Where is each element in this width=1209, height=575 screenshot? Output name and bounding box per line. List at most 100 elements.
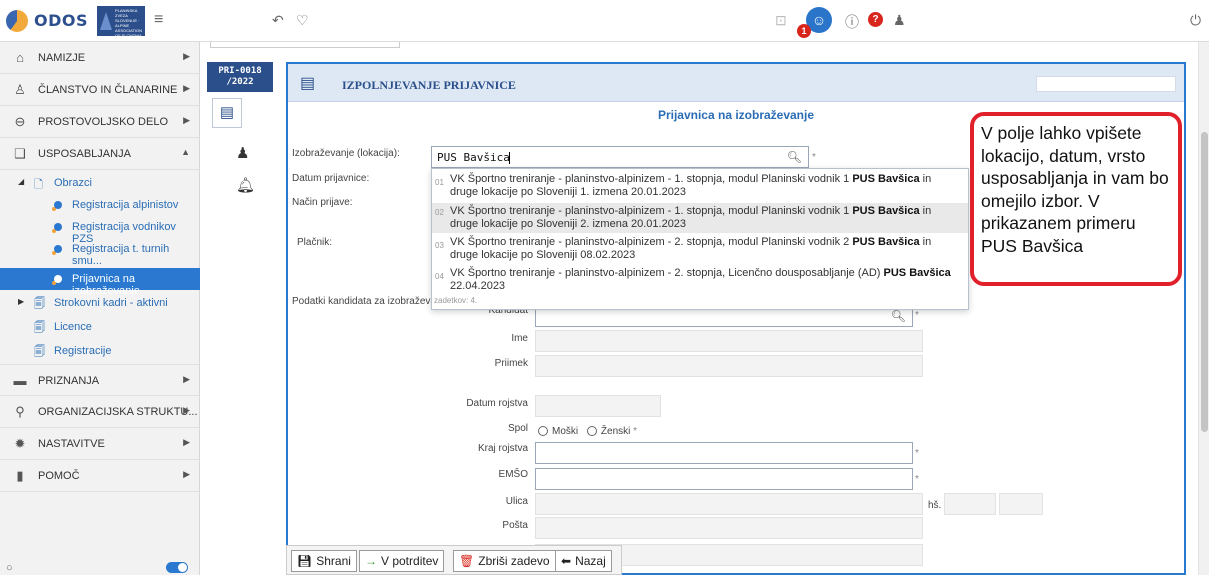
chevron-right-icon: ▶ bbox=[183, 405, 190, 415]
posta-label: Pošta bbox=[502, 520, 528, 531]
page-scrollbar[interactable] bbox=[1198, 42, 1209, 575]
form-dot-icon bbox=[54, 244, 62, 256]
text-caret bbox=[509, 152, 510, 164]
form-dot-icon bbox=[54, 222, 62, 234]
kraj-rojstva-label: Kraj rojstva bbox=[477, 443, 528, 454]
user-icon[interactable]: ♟ bbox=[893, 12, 906, 29]
dropdown-count: zadetkov: 4. bbox=[434, 296, 478, 305]
spol-options: Moški Ženski * bbox=[538, 426, 637, 437]
search-icon[interactable]: 🔍︎ bbox=[891, 309, 906, 323]
menu-icon[interactable]: ≡ bbox=[154, 11, 163, 29]
chevron-right-icon: ▶ bbox=[183, 83, 190, 93]
document-number[interactable]: PRI-0018 /2022 bbox=[207, 62, 273, 92]
history-icon[interactable]: ↶ bbox=[272, 12, 284, 29]
notification-badge: 1 bbox=[797, 24, 811, 38]
delete-button[interactable]: 🗑︎ Zbriši zadevo bbox=[453, 550, 556, 572]
power-icon[interactable]: ⏻ bbox=[1190, 12, 1201, 29]
panel-title: IZPOLNJEVANJE PRIJAVNICE bbox=[342, 78, 516, 92]
globe-icon: ⊖ bbox=[14, 114, 26, 129]
placnik-label: Plačnik: bbox=[297, 237, 333, 248]
sidebar-item-clanstvo[interactable]: ♙ ČLANSTVO IN ČLANARINE ▶ bbox=[0, 74, 200, 106]
hisna-stevilka-field[interactable] bbox=[944, 493, 996, 515]
sidebar-item-prostovoljsko[interactable]: ⊖ PROSTOVOLJSKO DELO ▶ bbox=[0, 106, 200, 138]
sidebar-item-organizacija[interactable]: ⚲ ORGANIZACIJSKA STRUKTU... ▶ bbox=[0, 396, 200, 428]
izobrazevanje-combobox[interactable]: PUS Bavšica 🔍︎ bbox=[431, 146, 809, 168]
sidebar-sub-obrazci[interactable]: ◢ 🗋 Obrazci bbox=[0, 172, 200, 194]
bottom-toolbar: 💾︎ Shrani → V potrditev 🗑︎ Zbriši zadevo ⬅ N… bbox=[286, 545, 622, 575]
form-dot-icon bbox=[54, 200, 62, 212]
file-plus-icon: 🗋 bbox=[34, 179, 43, 191]
posta-field[interactable] bbox=[535, 517, 923, 539]
chevron-right-icon: ▶ bbox=[183, 437, 190, 447]
trash-icon: 🗑︎ bbox=[459, 554, 475, 568]
chevron-right-icon: ▶ bbox=[183, 115, 190, 125]
sidebar-form-turni-smucarji[interactable]: Registracija t. turnih smu... bbox=[0, 238, 200, 267]
izobrazevanje-label: Izobraževanje (lokacija): bbox=[292, 148, 400, 159]
top-bar: ODOS PLANINSKA ZVEZA SLOVENIJE · ALPINE … bbox=[0, 0, 1209, 42]
person-search-icon[interactable]: ♟ bbox=[236, 144, 249, 162]
book-icon: ❑ bbox=[14, 146, 26, 161]
nacin-prijave-label: Način prijave: bbox=[292, 197, 353, 208]
sidebar-item-pomoc[interactable]: ▮ POMOČ ▶ bbox=[0, 460, 200, 492]
hisna-stevilka-dodatek-field[interactable] bbox=[999, 493, 1043, 515]
chevron-right-icon: ▶ bbox=[183, 51, 190, 61]
header-field[interactable] bbox=[1036, 76, 1176, 92]
arrow-right-icon: → bbox=[365, 554, 377, 568]
ime-field[interactable] bbox=[535, 330, 923, 352]
search-icon[interactable]: ○ bbox=[6, 562, 13, 574]
image-icon[interactable]: ⊡ bbox=[775, 12, 787, 29]
chevron-up-icon: ▲ bbox=[181, 147, 190, 157]
back-button[interactable]: ⬅ Nazaj bbox=[555, 550, 612, 572]
save-button[interactable]: 💾︎ Shrani bbox=[291, 550, 357, 572]
radio-moski[interactable] bbox=[538, 426, 548, 437]
dropdown-option[interactable]: 01 VK Športno treniranje - planinstvo-al… bbox=[432, 173, 968, 201]
pzs-logo: PLANINSKA ZVEZA SLOVENIJE · ALPINE ASSOC… bbox=[97, 6, 145, 36]
app-logo[interactable]: ODOS bbox=[34, 11, 88, 30]
panel-header: ▤ IZPOLNJEVANJE PRIJAVNICE bbox=[288, 64, 1184, 102]
tab-strip bbox=[210, 42, 400, 48]
dropdown-option-highlighted[interactable]: 02 VK Športno treniranje - planinstvo-al… bbox=[432, 203, 968, 233]
gear-icon: ✹ bbox=[14, 436, 26, 451]
sidebar-sub-strokovni[interactable]: ▶ 🗐 Strokovni kadri - aktivni bbox=[0, 292, 200, 314]
sidebar-item-usposabljanja[interactable]: ❑ USPOSABLJANJA ▲ bbox=[0, 138, 200, 170]
form-doc-icon[interactable]: ▤ bbox=[212, 98, 242, 128]
help-icon[interactable]: ? bbox=[868, 12, 883, 27]
home-icon: ⌂ bbox=[16, 50, 24, 65]
form-dot-icon bbox=[54, 274, 62, 286]
sidebar-sub-licence[interactable]: 🗐 Licence bbox=[0, 316, 200, 338]
caret-right-icon: ▶ bbox=[18, 297, 25, 306]
radio-zenski[interactable] bbox=[586, 426, 597, 437]
sidebar-form-prijavnica[interactable]: Prijavnica na izobraževanje bbox=[0, 268, 200, 297]
form-icon: ▤ bbox=[300, 75, 316, 92]
kraj-rojstva-field[interactable] bbox=[535, 442, 913, 464]
folder-icon: ▬ bbox=[13, 373, 27, 388]
confirm-button[interactable]: → V potrditev bbox=[359, 550, 445, 572]
dropdown-option[interactable]: 03 VK Športno treniranje - planinstvo-al… bbox=[432, 236, 968, 264]
logo-icon bbox=[6, 10, 28, 32]
chevron-right-icon: ▶ bbox=[183, 374, 190, 384]
sidebar-item-nastavitve[interactable]: ✹ NASTAVITVE ▶ bbox=[0, 428, 200, 460]
sidebar-item-priznanja[interactable]: ▬ PRIZNANJA ▶ bbox=[0, 364, 200, 396]
annotation-callout: V polje lahko vpišete lokacijo, datum, v… bbox=[970, 112, 1182, 286]
datum-prijavnice-label: Datum prijavnice: bbox=[292, 173, 370, 184]
scrollbar-thumb[interactable] bbox=[1201, 132, 1208, 432]
sidebar-item-namizje[interactable]: ⌂ NAMIZJE ▶ bbox=[0, 42, 200, 74]
search-icon[interactable]: 🔍︎ bbox=[787, 150, 802, 164]
datum-rojstva-field[interactable] bbox=[535, 395, 661, 417]
spol-label: Spol bbox=[507, 423, 528, 434]
sidebar-sub-registracije[interactable]: 🗐 Registracije bbox=[0, 340, 200, 362]
heart-icon[interactable]: ♡ bbox=[296, 12, 309, 29]
emso-field[interactable] bbox=[535, 468, 913, 490]
priimek-field[interactable] bbox=[535, 355, 923, 377]
hisna-stevilka-label: hš. bbox=[928, 500, 942, 511]
dropdown-option[interactable]: 04 VK Športno treniranje - planinstvo-al… bbox=[432, 267, 968, 295]
info-icon[interactable]: ⓘ bbox=[845, 12, 859, 32]
sidebar-form-alpinisti[interactable]: Registracija alpinistov bbox=[0, 194, 200, 216]
ulica-field[interactable] bbox=[535, 493, 923, 515]
bell-icon[interactable]: 🔔︎ bbox=[236, 176, 255, 194]
izobrazevanje-value: PUS Bavšica bbox=[437, 151, 510, 164]
sidebar-form-vodniki[interactable]: Registracija vodnikov PZS bbox=[0, 216, 200, 245]
sidebar-toggle[interactable] bbox=[166, 562, 188, 573]
required-mark: * bbox=[812, 152, 816, 163]
sidebar: ⌂ NAMIZJE ▶ ♙ ČLANSTVO IN ČLANARINE ▶ ⊖ … bbox=[0, 42, 200, 575]
